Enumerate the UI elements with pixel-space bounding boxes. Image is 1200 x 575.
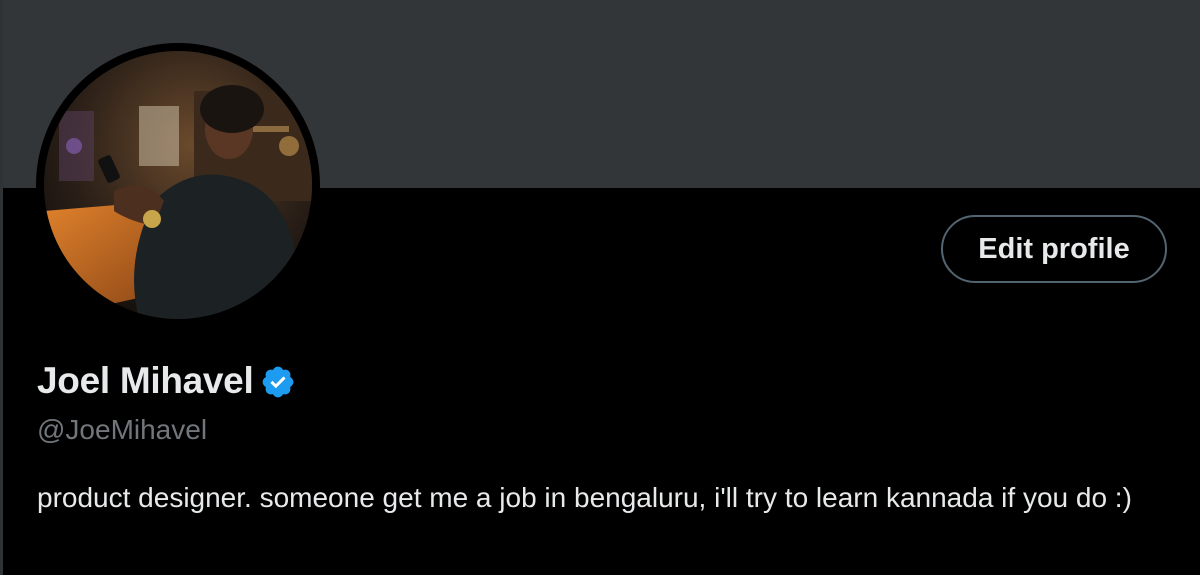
edit-profile-button[interactable]: Edit profile bbox=[941, 215, 1167, 283]
name-row: Joel Mihavel bbox=[37, 358, 296, 404]
avatar[interactable] bbox=[36, 43, 320, 327]
avatar-image bbox=[44, 51, 312, 319]
display-name: Joel Mihavel bbox=[37, 360, 254, 401]
user-handle: @JoeMihavel bbox=[37, 414, 208, 445]
profile-bio: product designer. someone get me a job i… bbox=[37, 482, 1132, 513]
verified-badge-icon[interactable] bbox=[260, 364, 296, 400]
